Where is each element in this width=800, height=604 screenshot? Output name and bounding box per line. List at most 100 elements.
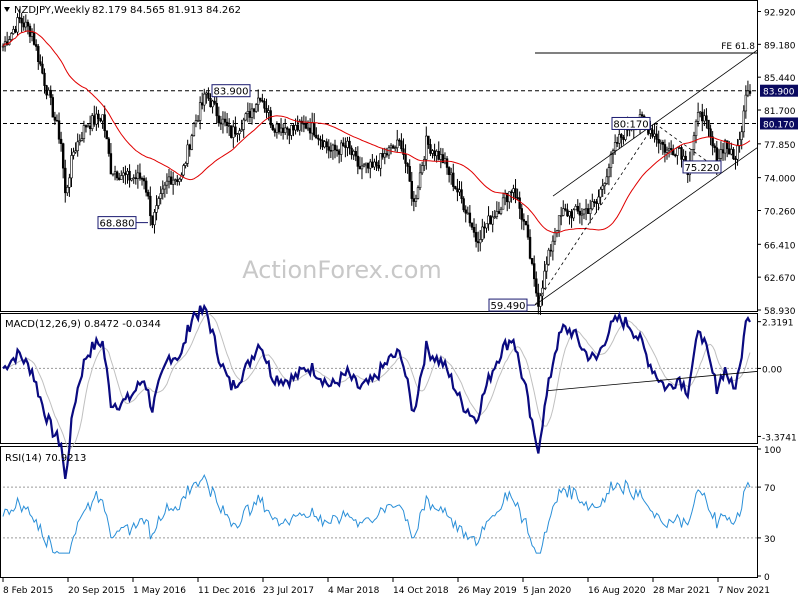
candle-body: [680, 147, 683, 160]
candle-body: [91, 115, 94, 129]
candle-body: [707, 119, 710, 130]
candle-body: [221, 118, 225, 125]
candle-body: [586, 208, 590, 214]
candle-body: [39, 61, 42, 65]
candle-body: [381, 153, 384, 158]
candle-body: [14, 29, 17, 33]
candle-body: [120, 175, 123, 180]
candle-body: [543, 270, 546, 289]
candle-body: [207, 92, 210, 99]
price-axis-label: 77.850: [764, 141, 796, 151]
candle-body: [66, 187, 69, 194]
candle-body: [265, 107, 268, 113]
candle-body: [147, 192, 150, 197]
candle-body: [283, 127, 287, 133]
candle-body: [238, 130, 241, 134]
annotation-label: 80:170: [613, 119, 648, 130]
x-axis-label: 23 Jul 2017: [263, 586, 314, 596]
candle-body: [713, 145, 716, 148]
candle-body: [176, 179, 179, 182]
candle-body: [454, 186, 457, 189]
candle-body: [605, 176, 609, 184]
candle-body: [439, 154, 443, 160]
candle-body: [520, 208, 523, 220]
candle-body: [391, 145, 395, 149]
x-axis-label: 16 Aug 2020: [588, 586, 646, 596]
candle-body: [161, 188, 164, 194]
candle-body: [526, 224, 530, 238]
candle-body: [182, 165, 185, 176]
candle-body: [205, 92, 208, 95]
candle-body: [580, 213, 584, 216]
candle-body: [315, 134, 318, 139]
candle-body: [59, 138, 63, 144]
candle-body: [211, 100, 214, 108]
candle-body: [153, 212, 156, 226]
candle-body: [377, 165, 380, 169]
candle-body: [497, 211, 501, 214]
candle-body: [198, 102, 202, 121]
candle-body: [190, 135, 194, 150]
candle-body: [499, 208, 503, 214]
candle-body: [109, 153, 113, 175]
candle-body: [333, 144, 337, 151]
candle-body: [171, 179, 175, 185]
price-axis-label: 81.700: [764, 107, 796, 117]
candle-body: [431, 150, 434, 154]
x-axis-label: 14 Oct 2018: [393, 586, 449, 596]
x-axis-label: 28 Mar 2021: [653, 586, 710, 596]
candle-body: [379, 153, 382, 169]
candle-body: [462, 198, 465, 211]
candle-body: [447, 167, 451, 176]
candle-body: [319, 138, 322, 141]
candle-body: [230, 125, 233, 138]
candle-body: [599, 188, 602, 198]
candle-body: [101, 114, 104, 122]
candle-body: [337, 150, 341, 155]
candle-body: [674, 154, 677, 157]
candle-body: [659, 141, 662, 144]
candle-body: [678, 147, 681, 149]
candle-body: [740, 131, 743, 140]
candle-body: [669, 148, 673, 151]
ohlc-open: 82.179: [92, 5, 127, 16]
candle-body: [118, 177, 121, 180]
candle-body: [530, 258, 534, 264]
candle-body: [493, 216, 496, 218]
candle-body: [34, 44, 38, 47]
rsi-axis-label: 70: [764, 484, 776, 494]
candle-body: [615, 142, 619, 144]
candle-body: [99, 118, 102, 122]
candle-body: [568, 211, 571, 217]
candle-body: [93, 115, 96, 125]
candle-body: [84, 125, 88, 128]
candle-body: [1, 45, 5, 48]
rsi-axis-label: 30: [764, 535, 776, 545]
candle-body: [174, 179, 177, 181]
candle-body: [516, 197, 519, 199]
candle-body: [227, 125, 231, 127]
candle-body: [356, 155, 360, 167]
candle-body: [292, 125, 295, 131]
candle-body: [518, 197, 521, 209]
candle-body: [489, 215, 492, 225]
price-axis-label: 58.930: [764, 307, 796, 317]
candle-body: [385, 153, 389, 156]
candle-body: [601, 185, 604, 190]
candle-body: [124, 172, 127, 175]
candle-body: [389, 145, 393, 149]
level-tag-label: 80.170: [763, 120, 795, 130]
candle-body: [281, 127, 285, 133]
candle-body: [246, 111, 250, 115]
candle-body: [186, 144, 189, 164]
candle-body: [613, 142, 617, 151]
x-axis-label: 26 May 2019: [458, 586, 517, 596]
candle-body: [26, 21, 30, 27]
candle-body: [113, 171, 117, 175]
candle-body: [663, 144, 667, 153]
candle-body: [456, 188, 459, 193]
candle-body: [352, 151, 355, 156]
candle-body: [676, 147, 679, 156]
candle-body: [433, 150, 436, 157]
candle-body: [410, 180, 413, 199]
